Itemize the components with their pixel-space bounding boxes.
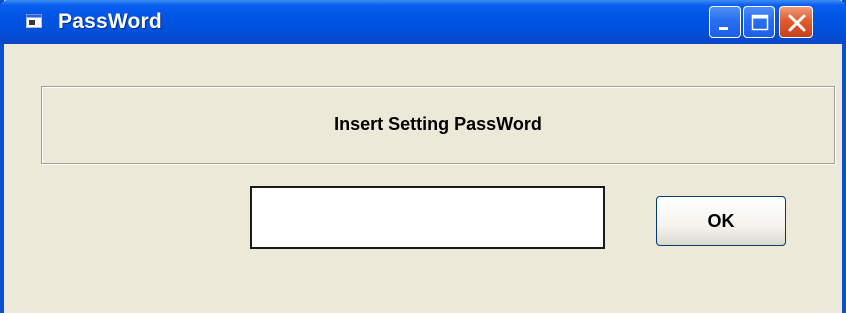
minimize-button[interactable]	[709, 6, 741, 38]
prompt-frame: Insert Setting PassWord	[41, 86, 835, 164]
minimize-icon	[719, 27, 728, 30]
close-icon	[788, 14, 806, 32]
title-bar[interactable]: PassWord	[0, 0, 846, 44]
password-input[interactable]	[250, 186, 605, 249]
maximize-button[interactable]	[743, 6, 775, 38]
ok-button[interactable]: OK	[656, 196, 786, 246]
maximize-icon	[751, 14, 769, 31]
window-icon[interactable]	[26, 14, 42, 28]
window-title: PassWord	[58, 10, 162, 33]
close-button[interactable]	[779, 6, 813, 38]
prompt-label: Insert Setting PassWord	[334, 114, 542, 134]
password-window: PassWord Insert Setting PassWord OK	[0, 0, 846, 313]
